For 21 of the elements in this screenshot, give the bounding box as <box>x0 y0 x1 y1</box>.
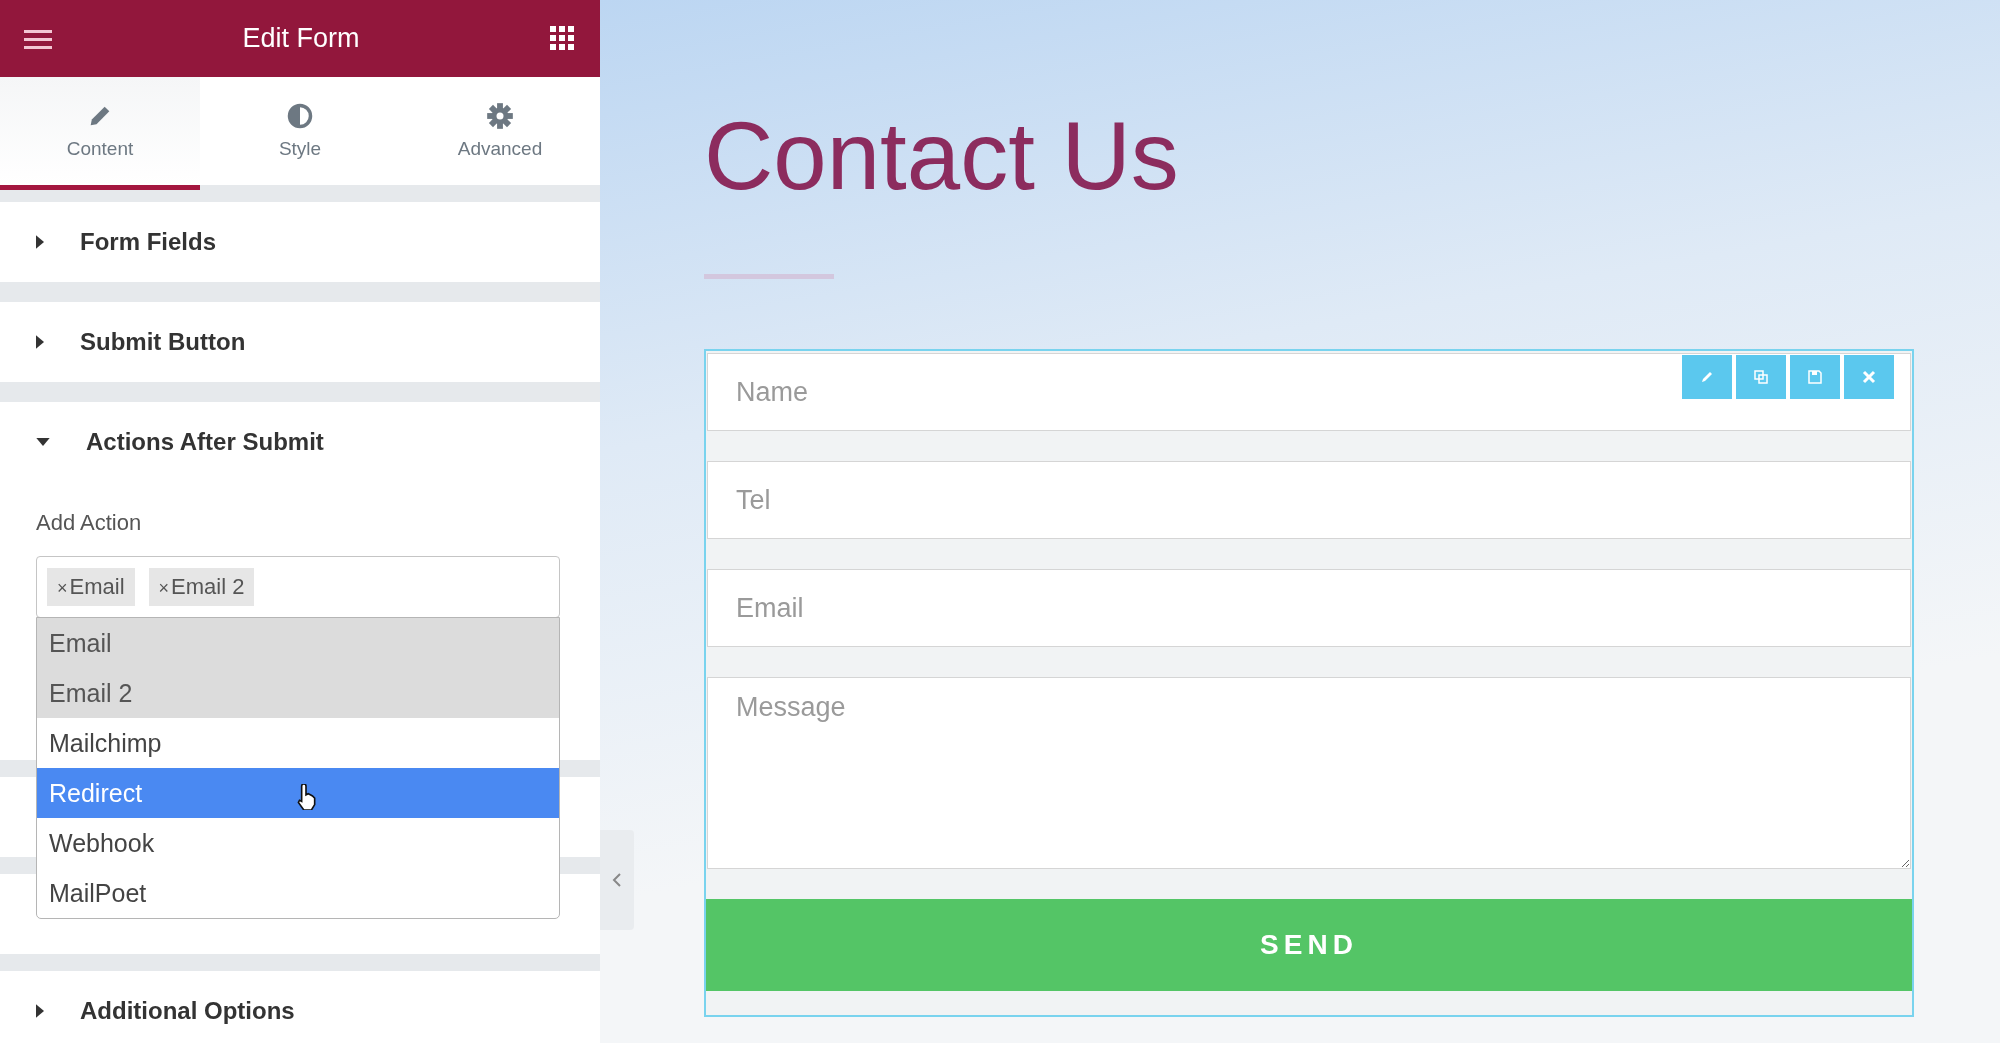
section-header[interactable]: Additional Options <box>0 971 600 1043</box>
add-action-label: Add Action <box>36 510 143 536</box>
section-header[interactable]: Actions After Submit <box>0 402 600 482</box>
input-field[interactable]: Email <box>707 569 1911 647</box>
input-field[interactable]: Name <box>707 353 1911 431</box>
action-tag[interactable]: ×Email 2 <box>148 568 255 606</box>
dropdown-option[interactable]: Redirect <box>37 768 559 818</box>
dropdown-option[interactable]: Mailchimp <box>37 718 559 768</box>
input-field[interactable]: Tel <box>707 461 1911 539</box>
page-heading: Contact Us <box>704 108 1180 204</box>
dropdown-option[interactable]: Email 2 <box>37 668 559 718</box>
section-header[interactable]: Form Fields <box>0 202 600 282</box>
dropdown-option[interactable]: Email <box>37 618 559 668</box>
dropdown-option[interactable]: Webhook <box>37 818 559 868</box>
panel-tab[interactable]: Content <box>0 77 200 190</box>
message-field[interactable]: Message <box>707 677 1911 869</box>
panel-title: Edit Form <box>242 23 360 54</box>
add-action-select[interactable]: ×Email ×Email 2 <box>36 556 560 618</box>
dropdown-option[interactable]: MailPoet <box>37 868 559 918</box>
section-header[interactable]: Submit Button <box>0 302 600 382</box>
action-tag[interactable]: ×Email <box>47 568 135 606</box>
